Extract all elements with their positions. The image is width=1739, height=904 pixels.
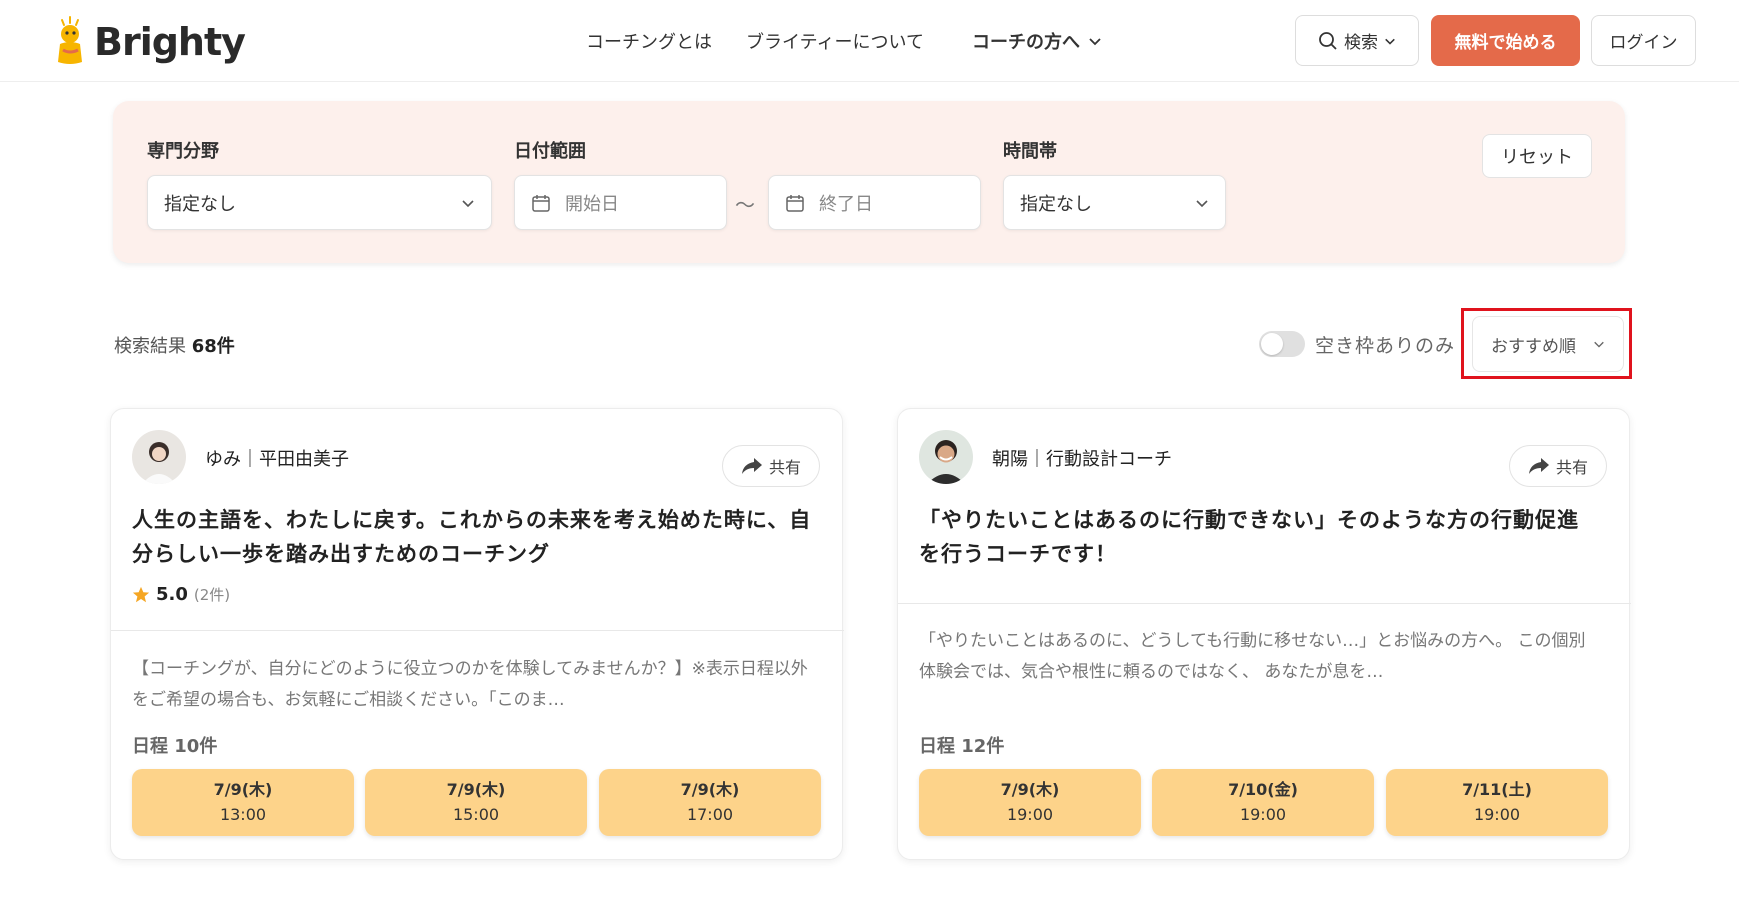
schedule-slot[interactable]: 7/9(木) 15:00 [365,769,587,836]
chevron-down-icon [462,199,474,207]
card-title[interactable]: 「やりたいことはあるのに行動できない」そのような方の行動促進を行うコーチです！ [919,503,1599,571]
time-filter-label: 時間帯 [1003,141,1057,162]
schedule-slot[interactable]: 7/9(木) 19:00 [919,769,1141,836]
start-date-placeholder: 開始日 [565,193,619,215]
schedule-slot[interactable]: 7/9(木) 13:00 [132,769,354,836]
start-free-button[interactable]: 無料で始める [1431,15,1580,66]
sort-select[interactable]: おすすめ順 [1472,316,1624,372]
chevron-down-icon [1089,38,1101,46]
reset-button[interactable]: リセット [1482,134,1592,178]
share-icon [1528,458,1549,474]
avatar [132,430,186,484]
coach-name: 朝陽｜行動設計コーチ [992,449,1172,470]
main-nav: コーチングとは ブライティーについて コーチの方へ [586,28,1102,54]
search-button-label: 検索 [1344,33,1378,53]
schedule-count: 日程 10件 [132,736,218,757]
slot-date: 7/9(木) [213,780,273,799]
available-only-toggle[interactable] [1259,331,1305,357]
slot-time: 19:00 [1239,805,1287,824]
slot-time: 19:00 [1473,805,1521,824]
time-select[interactable]: 指定なし [1003,175,1226,230]
brand-logo[interactable]: Brighty [54,16,246,68]
calendar-icon [532,194,550,212]
slot-date: 7/10(金) [1228,780,1298,799]
available-only-label: 空き枠ありのみ [1315,335,1456,357]
rating: 5.0 (2件) [132,584,230,605]
nav-about-brighty[interactable]: ブライティーについて [746,28,924,54]
avatar [919,430,973,484]
slot-time: 13:00 [219,805,267,824]
chevron-down-icon [1385,38,1395,45]
star-icon [132,586,150,602]
date-range-separator: 〜 [735,193,755,217]
field-filter-label: 専門分野 [147,141,219,162]
field-select-value: 指定なし [164,193,236,215]
search-filter-panel: 専門分野 指定なし 日付範囲 開始日 〜 終了日 時間帯 指定なし リセット [113,101,1625,263]
sort-select-value: おすすめ順 [1491,336,1576,357]
share-button-label: 共有 [768,458,801,477]
start-date-input[interactable]: 開始日 [514,175,727,230]
share-icon [741,458,762,474]
brighty-mascot-icon [54,16,90,68]
share-button[interactable]: 共有 [722,445,820,487]
rating-value: 5.0 [156,584,188,605]
card-divider [898,603,1631,604]
rating-count: (2件) [193,586,231,604]
nav-for-coaches-label: コーチの方へ [972,32,1081,53]
nav-for-coaches[interactable]: コーチの方へ [972,28,1102,54]
result-count: 検索結果 68件 [114,332,235,358]
login-button[interactable]: ログイン [1591,15,1696,66]
schedule-slot[interactable]: 7/11(土) 19:00 [1386,769,1608,836]
schedule-count: 日程 12件 [919,736,1005,757]
date-range-label: 日付範囲 [514,141,586,162]
slot-time: 19:00 [1006,805,1054,824]
card-description: 「やりたいことはあるのに、どうしても行動に移せない…」とお悩みの方へ。 この個別… [919,631,1586,682]
site-header: Brighty コーチングとは ブライティーについて コーチの方へ 検索 無料で… [0,0,1739,82]
slot-date: 7/11(土) [1462,780,1532,799]
field-select[interactable]: 指定なし [147,175,492,230]
slot-date: 7/9(木) [1000,780,1060,799]
card-title[interactable]: 人生の主語を、わたしに戻す。これからの未来を考え始めた時に、自分らしい一歩を踏み… [132,503,812,571]
card-divider [111,630,844,631]
end-date-placeholder: 終了日 [819,193,873,215]
chevron-down-icon [1196,199,1208,207]
chevron-down-icon [1594,341,1604,348]
slot-time: 17:00 [686,805,734,824]
coach-name: ゆみ｜平田由美子 [205,449,349,470]
search-icon [1319,31,1337,50]
search-button[interactable]: 検索 [1295,15,1419,66]
share-button[interactable]: 共有 [1509,445,1607,487]
result-count-value: 68件 [191,336,235,357]
brand-name: Brighty [94,20,246,64]
time-select-value: 指定なし [1020,193,1092,215]
schedule-slot[interactable]: 7/10(金) 19:00 [1152,769,1374,836]
calendar-icon [786,194,804,212]
schedule-slot[interactable]: 7/9(木) 17:00 [599,769,821,836]
card-description: 【コーチングが、自分にどのように役立つのかを体験してみませんか？】※表示日程以外… [132,659,808,710]
share-button-label: 共有 [1555,458,1588,477]
nav-about-coaching[interactable]: コーチングとは [586,28,712,54]
slot-date: 7/9(木) [680,780,740,799]
end-date-input[interactable]: 終了日 [768,175,981,230]
slot-date: 7/9(木) [446,780,506,799]
coach-card[interactable]: ゆみ｜平田由美子 共有 人生の主語を、わたしに戻す。これからの未来を考え始めた時… [110,408,844,860]
slot-time: 15:00 [452,805,500,824]
coach-card[interactable]: 朝陽｜行動設計コーチ 共有 「やりたいことはあるのに行動できない」そのような方の… [897,408,1631,860]
result-count-prefix: 検索結果 [114,336,186,357]
